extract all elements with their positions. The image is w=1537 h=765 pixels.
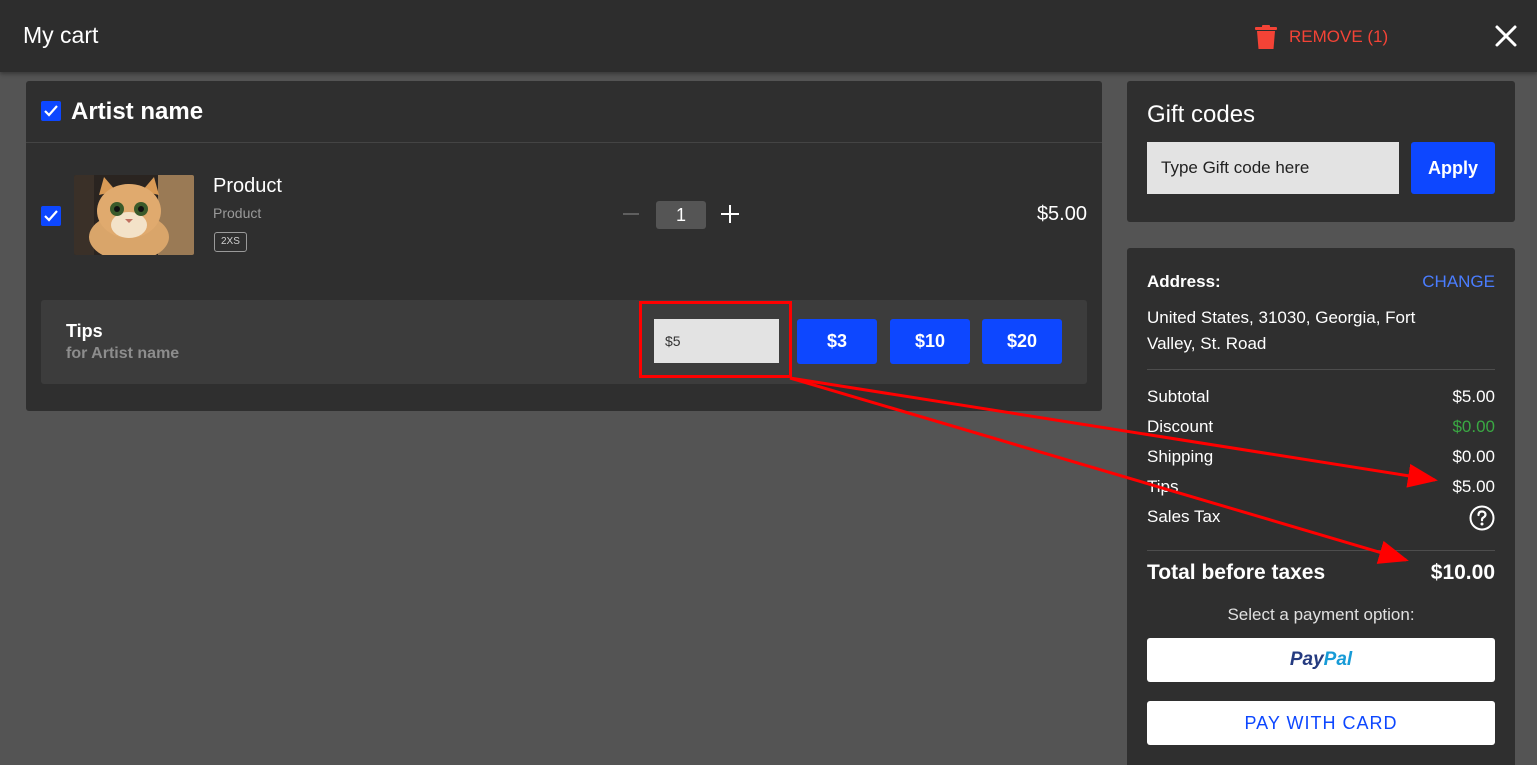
- check-icon: [44, 105, 58, 117]
- shipping-label: Shipping: [1147, 447, 1214, 466]
- address-text: United States, 31030, Georgia, Fort Vall…: [1147, 308, 1416, 353]
- divider: [1147, 369, 1495, 370]
- cart-panel: Artist name Product Product 2XS 1 $5.00 …: [26, 81, 1102, 411]
- discount-value: $0.00: [1452, 417, 1495, 436]
- total-value: $10.00: [1430, 561, 1495, 584]
- tip-option-button[interactable]: $3: [797, 319, 877, 364]
- page-title: My cart: [23, 22, 99, 48]
- close-icon[interactable]: [1494, 24, 1518, 48]
- tip-option-button[interactable]: $20: [982, 319, 1062, 364]
- paypal-logo-part: Pay: [1289, 649, 1324, 670]
- increase-quantity-button[interactable]: [719, 203, 741, 225]
- trash-icon: [1255, 25, 1277, 49]
- change-address-link[interactable]: CHANGE: [1422, 272, 1495, 292]
- apply-gift-code-button[interactable]: Apply: [1411, 142, 1495, 194]
- address-label: Address:: [1147, 272, 1221, 291]
- artist-name: Artist name: [71, 98, 204, 125]
- product-price: $5.00: [1036, 203, 1087, 225]
- gift-codes-title: Gift codes: [1147, 101, 1256, 128]
- remove-label: REMOVE (1): [1289, 27, 1389, 46]
- decrease-quantity-button[interactable]: [622, 203, 640, 225]
- tip-amount-input[interactable]: [654, 319, 779, 363]
- subtotal-label: Subtotal: [1147, 387, 1210, 406]
- tips-section: Tips for Artist name $3 $10 $20: [41, 300, 1087, 384]
- payment-prompt: Select a payment option:: [1227, 605, 1415, 624]
- quantity-value[interactable]: 1: [656, 201, 706, 229]
- sales-tax-label: Sales Tax: [1147, 507, 1221, 526]
- product-image[interactable]: [74, 175, 194, 255]
- artist-checkbox[interactable]: [41, 101, 61, 121]
- artist-header: Artist name: [26, 81, 1102, 143]
- shipping-value: $0.00: [1452, 447, 1495, 466]
- order-summary-panel: Address: CHANGE United States, 31030, Ge…: [1127, 248, 1515, 765]
- paypal-button[interactable]: Pay Pal: [1147, 638, 1495, 682]
- tips-title: Tips: [66, 321, 103, 341]
- divider: [1147, 550, 1495, 551]
- tip-option-button[interactable]: $10: [890, 319, 970, 364]
- pay-with-card-button[interactable]: PAY WITH CARD: [1147, 701, 1495, 745]
- product-checkbox[interactable]: [41, 206, 61, 226]
- product-subtitle: Product: [213, 205, 262, 221]
- total-label: Total before taxes: [1147, 561, 1326, 584]
- tips-label: Tips: [1147, 477, 1179, 496]
- discount-label: Discount: [1147, 417, 1214, 436]
- minus-icon: [623, 213, 639, 215]
- paypal-logo-part: Pal: [1323, 649, 1353, 670]
- tips-subtitle: for Artist name: [66, 345, 180, 362]
- tips-value: $5.00: [1452, 477, 1495, 496]
- gift-code-input[interactable]: [1147, 142, 1399, 194]
- help-circle-icon[interactable]: [1469, 505, 1495, 531]
- top-bar: My cart REMOVE (1): [0, 0, 1537, 72]
- check-icon: [44, 210, 58, 222]
- remove-selected-button[interactable]: REMOVE (1): [1255, 24, 1388, 50]
- subtotal-value: $5.00: [1452, 387, 1495, 406]
- gift-codes-panel: Gift codes Apply: [1127, 81, 1515, 222]
- size-badge: 2XS: [214, 232, 247, 252]
- product-name[interactable]: Product: [213, 175, 282, 198]
